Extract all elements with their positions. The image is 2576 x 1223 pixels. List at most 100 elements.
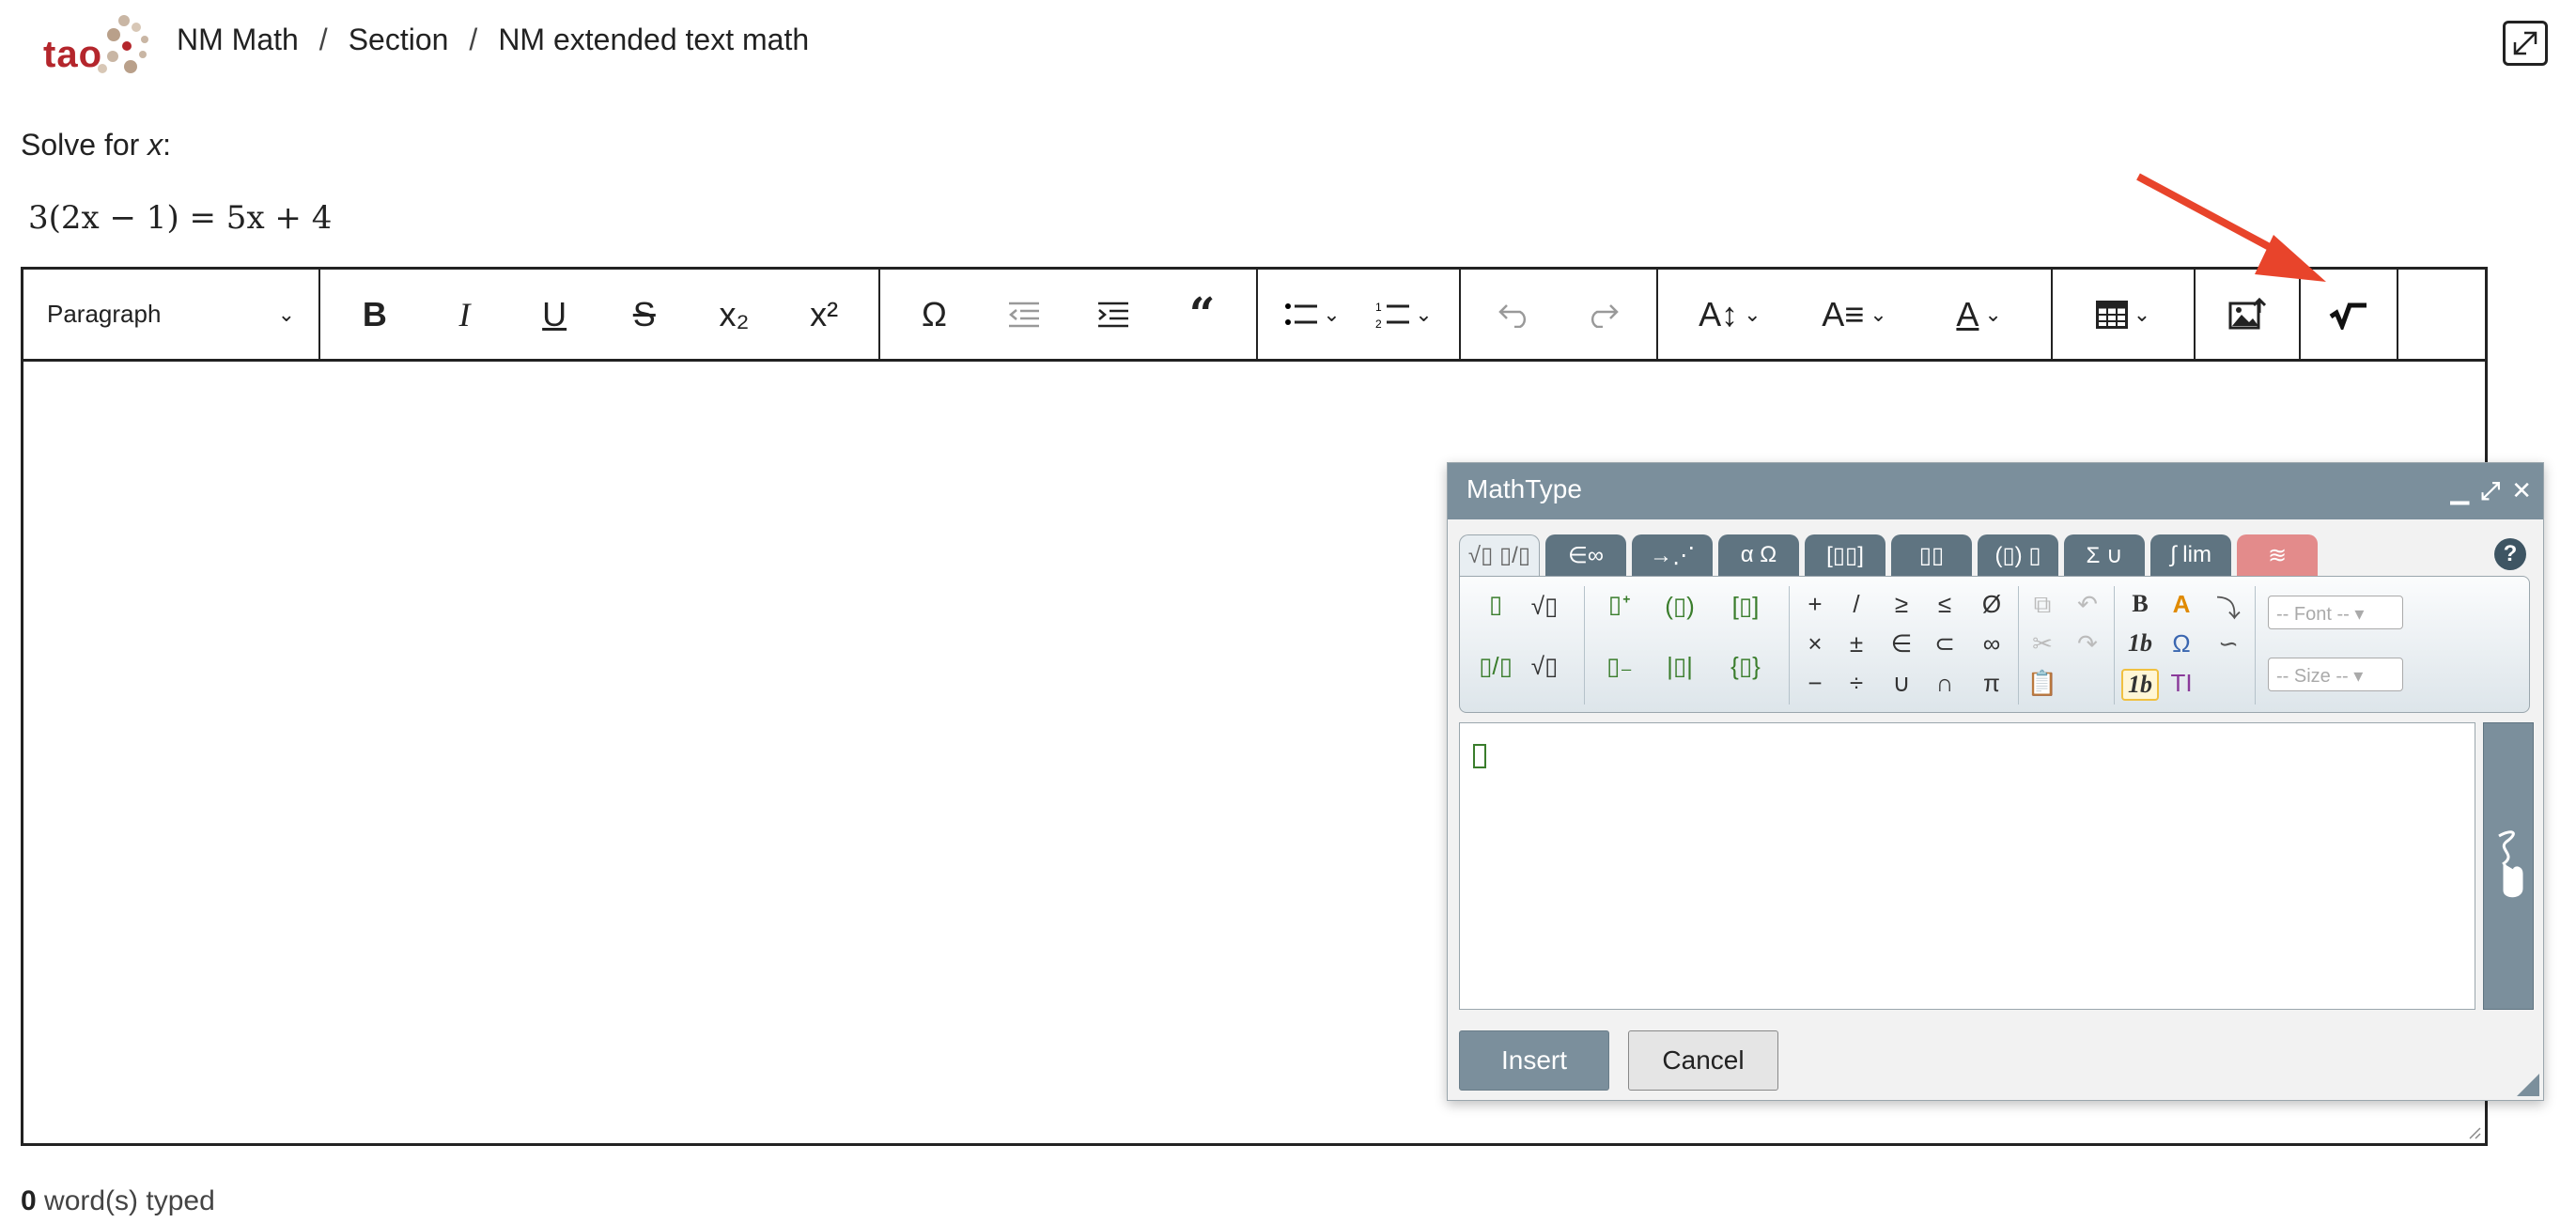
handwriting-toggle[interactable] xyxy=(2483,722,2534,1010)
word-count-number: 0 xyxy=(21,1185,37,1216)
brackets-button[interactable]: [▯] xyxy=(1727,592,1764,621)
infinity-button[interactable]: ∞ xyxy=(1973,629,2010,658)
plus-button[interactable]: + xyxy=(1796,590,1834,619)
tab-chemistry[interactable]: ≋ xyxy=(2237,534,2318,576)
insert-button[interactable]: Insert xyxy=(1459,1030,1609,1091)
insert-table-button[interactable]: ⌄ xyxy=(2090,282,2156,348)
breadcrumb-item[interactable]: NM Math xyxy=(177,23,299,57)
undo-icon[interactable]: ↶ xyxy=(2069,590,2106,619)
redo-icon[interactable]: ↷ xyxy=(2069,629,2106,658)
formula-input-area[interactable] xyxy=(1459,722,2475,1010)
font-color-button[interactable]: A ⌄ xyxy=(1947,282,2012,348)
fraction-button[interactable]: ▯ xyxy=(1477,590,1514,619)
maximize-icon[interactable]: ⤢ xyxy=(2480,476,2500,506)
nth-root-button[interactable]: √▯ xyxy=(1526,652,1563,681)
mathtype-dialog: MathType ▁ ⤢ ✕ √▯ ▯/▯ ∈∞ →⋰ α Ω [▯▯] ▯▯ … xyxy=(1447,462,2544,1101)
empty-set-button[interactable]: Ø xyxy=(1973,590,2010,619)
rtl-icon[interactable]: ⤵ xyxy=(2210,590,2247,625)
dialog-controls: ▁ ⤢ ✕ xyxy=(2450,476,2532,506)
dialog-title-bar[interactable]: MathType ▁ ⤢ ✕ xyxy=(1448,463,2543,519)
superscript-template-button[interactable]: ▯ᐩ xyxy=(1601,590,1638,619)
special-character-button[interactable]: Ω xyxy=(902,282,968,348)
mathtype-icon xyxy=(2329,302,2367,330)
leq-button[interactable]: ≤ xyxy=(1926,590,1963,619)
resize-handle-icon[interactable] xyxy=(2464,1122,2481,1139)
resize-corner-icon[interactable] xyxy=(2517,1074,2539,1096)
color-icon[interactable]: A xyxy=(2163,590,2200,619)
fullscreen-button[interactable] xyxy=(2503,21,2548,66)
handwriting-icon[interactable]: ∽ xyxy=(2210,629,2247,658)
element-of-button[interactable]: ∈ xyxy=(1883,629,1920,658)
copy-icon[interactable]: ⧉ xyxy=(2024,590,2061,620)
insert-image-icon xyxy=(2228,297,2266,329)
bevelled-fraction-button[interactable]: ▯/▯ xyxy=(1477,652,1514,681)
insert-image-button[interactable] xyxy=(2214,282,2280,348)
italic-button[interactable]: I xyxy=(431,282,497,348)
font-family-button[interactable]: A≡ ⌄ xyxy=(1822,282,1887,348)
table-icon xyxy=(2095,300,2128,329)
font-size-button[interactable]: A↕ ⌄ xyxy=(1697,282,1762,348)
minus-button[interactable]: − xyxy=(1796,669,1834,698)
font-size-icon: A↕ xyxy=(1699,294,1739,333)
header: tao NM Math / Section / NM extended text… xyxy=(0,0,2576,90)
subscript-button[interactable]: x₂ xyxy=(701,282,767,348)
underline-button[interactable]: U xyxy=(521,282,587,348)
svg-text:2: 2 xyxy=(1375,317,1382,329)
size-select[interactable]: -- Size -- ▾ xyxy=(2268,658,2403,691)
geq-button[interactable]: ≥ xyxy=(1883,590,1920,619)
abs-button[interactable]: |▯| xyxy=(1661,652,1699,681)
pi-button[interactable]: π xyxy=(1973,669,2010,698)
tab-matrices[interactable]: [▯▯] xyxy=(1805,534,1885,576)
cancel-button[interactable]: Cancel xyxy=(1628,1030,1778,1091)
breadcrumb: NM Math / Section / NM extended text mat… xyxy=(177,23,809,57)
help-icon[interactable]: ? xyxy=(2494,538,2526,570)
union-button[interactable]: ∪ xyxy=(1883,669,1920,698)
bold-button[interactable]: B xyxy=(342,282,408,348)
formula-placeholder xyxy=(1473,744,1486,768)
sqrt-button[interactable]: √▯ xyxy=(1526,592,1563,621)
intersection-button[interactable]: ∩ xyxy=(1926,669,1963,698)
blockquote-button[interactable]: “ xyxy=(1170,282,1235,348)
tab-greek[interactable]: α Ω xyxy=(1718,534,1799,576)
math-mode-icon[interactable]: 1b xyxy=(2121,669,2159,701)
bold-icon[interactable]: B xyxy=(2121,590,2159,618)
outdent-button[interactable] xyxy=(991,282,1057,348)
close-icon[interactable]: ✕ xyxy=(2511,476,2532,506)
subset-button[interactable]: ⊂ xyxy=(1926,629,1963,658)
minimize-icon[interactable]: ▁ xyxy=(2450,476,2469,506)
special-char-icon[interactable]: Ω xyxy=(2163,629,2200,658)
plus-minus-button[interactable]: ± xyxy=(1838,629,1875,658)
parentheses-button[interactable]: (▯) xyxy=(1661,592,1699,621)
divide-button[interactable]: ÷ xyxy=(1838,669,1875,698)
tab-general[interactable]: √▯ ▯/▯ xyxy=(1459,534,1540,576)
numbered-list-button[interactable]: 12 ⌄ xyxy=(1372,282,1437,348)
times-button[interactable]: × xyxy=(1796,629,1834,658)
text-mode-icon[interactable]: TI xyxy=(2163,669,2200,698)
undo-button[interactable] xyxy=(1482,282,1547,348)
mathtype-button[interactable] xyxy=(2316,282,2382,348)
editor-toolbar: Paragraph ⌄ B I U S x₂ x² Ω “ ⌄ 1 2 ⌄ A↕… xyxy=(23,270,2485,362)
tab-arrows[interactable]: →⋰ xyxy=(1632,534,1713,576)
subscript-template-button[interactable]: ▯₋ xyxy=(1601,652,1638,681)
italic-icon[interactable]: 1b xyxy=(2121,629,2159,658)
strikethrough-button[interactable]: S xyxy=(612,282,677,348)
superscript-button[interactable]: x² xyxy=(791,282,857,348)
undo-icon xyxy=(1498,303,1527,328)
cut-icon[interactable]: ✂ xyxy=(2024,629,2061,658)
slash-button[interactable]: / xyxy=(1838,590,1875,619)
font-select[interactable]: -- Font -- ▾ xyxy=(2268,596,2403,629)
tab-brackets[interactable]: (▯) ▯ xyxy=(1978,534,2058,576)
tab-big-operators[interactable]: Σ ∪ xyxy=(2064,534,2145,576)
tab-symbols[interactable]: ∈∞ xyxy=(1545,534,1626,576)
tab-scripts[interactable]: ▯▯ xyxy=(1891,534,1972,576)
prompt-colon: : xyxy=(163,128,172,162)
tab-calculus[interactable]: ∫ lim xyxy=(2150,534,2231,576)
breadcrumb-separator: / xyxy=(318,23,328,56)
paste-icon[interactable]: 📋 xyxy=(2024,669,2061,698)
paragraph-dropdown[interactable]: Paragraph ⌄ xyxy=(39,282,303,348)
braces-button[interactable]: {▯} xyxy=(1727,652,1764,681)
breadcrumb-item[interactable]: Section xyxy=(349,23,449,57)
bulleted-list-button[interactable]: ⌄ xyxy=(1280,282,1346,348)
redo-button[interactable] xyxy=(1570,282,1636,348)
indent-button[interactable] xyxy=(1080,282,1146,348)
